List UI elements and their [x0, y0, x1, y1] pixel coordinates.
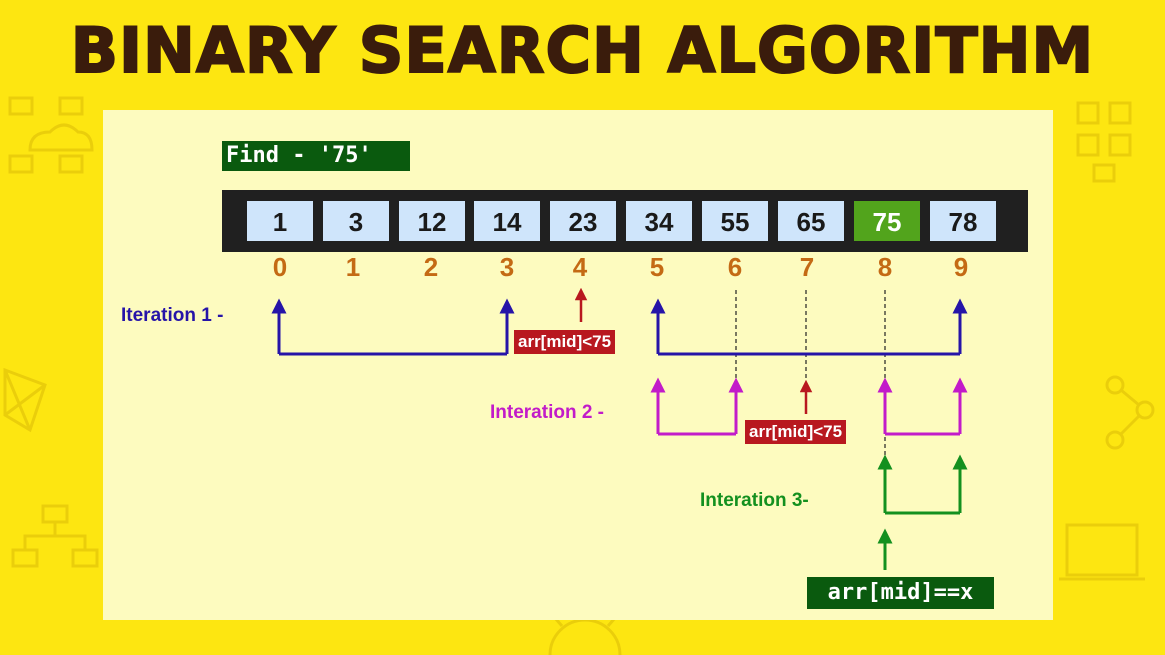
iteration-2-label: Interation 2 -	[490, 402, 605, 423]
iteration-3-label: Interation 3-	[700, 490, 809, 511]
iteration-1-label: Iteration 1 -	[121, 305, 224, 326]
arrows-layer	[271, 287, 968, 570]
mid-compare-box-1: arr[mid]<75	[514, 330, 616, 354]
match-result-box: arr[mid]==x	[807, 577, 994, 609]
iteration-3-arrows	[877, 454, 968, 570]
mid-compare-box-2: arr[mid]<75	[745, 420, 847, 444]
iteration-1-arrows	[271, 298, 968, 356]
